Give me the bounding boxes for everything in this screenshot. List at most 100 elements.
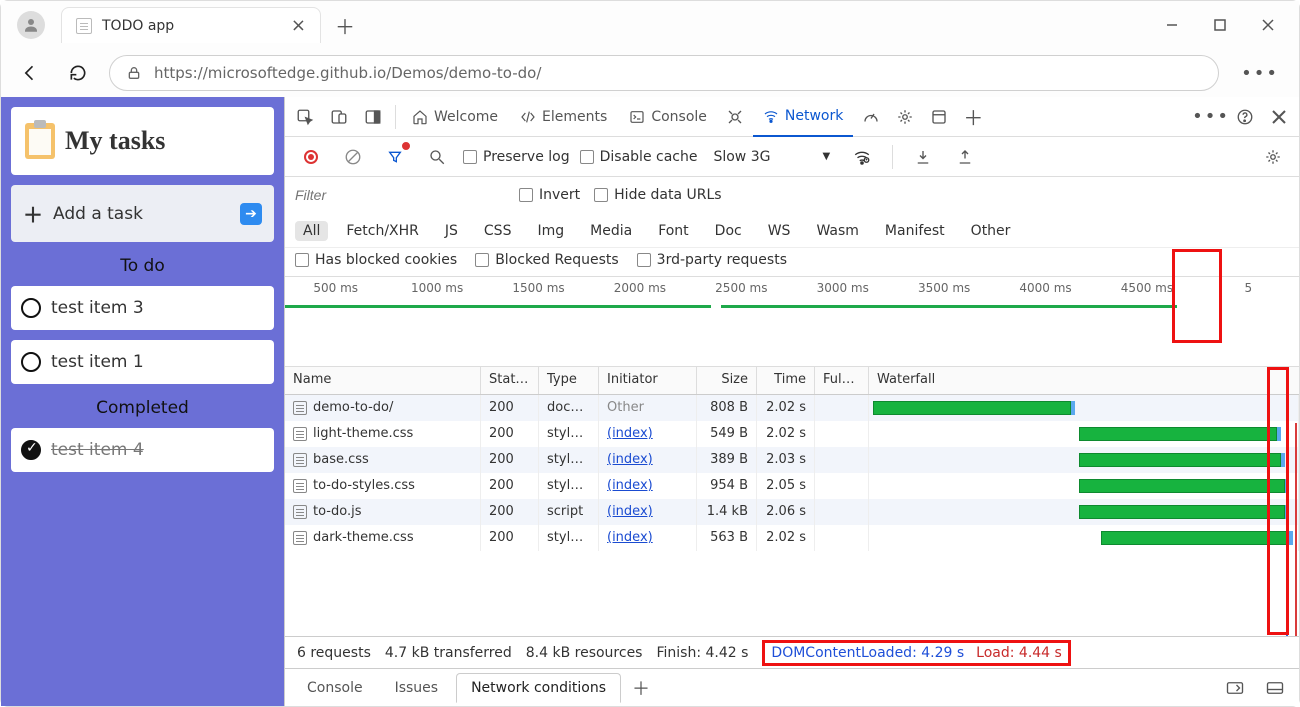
minimize-button[interactable]: [1149, 9, 1195, 41]
close-devtools-button[interactable]: [1263, 101, 1295, 133]
search-button[interactable]: [421, 141, 453, 173]
disable-cache-checkbox[interactable]: Disable cache: [580, 149, 698, 165]
browser-menu-button[interactable]: •••: [1233, 63, 1287, 84]
devtools-menu-button[interactable]: •••: [1195, 101, 1227, 133]
type-pill-media[interactable]: Media: [582, 221, 640, 241]
checkbox-unchecked-icon[interactable]: [21, 298, 41, 318]
record-button[interactable]: [295, 141, 327, 173]
tab-console[interactable]: Console: [619, 97, 717, 137]
blocked-cookies-checkbox[interactable]: Has blocked cookies: [295, 252, 457, 268]
third-party-checkbox[interactable]: 3rd-party requests: [637, 252, 787, 268]
checkbox-checked-icon[interactable]: [21, 440, 41, 460]
task-item[interactable]: test item 1: [11, 340, 274, 384]
maximize-button[interactable]: [1197, 9, 1243, 41]
type-pill-all[interactable]: All: [295, 221, 328, 241]
tab-sources-icon[interactable]: [719, 101, 751, 133]
network-overview[interactable]: 500 ms1000 ms1500 ms2000 ms2500 ms3000 m…: [285, 277, 1299, 367]
task-item[interactable]: test item 3: [11, 286, 274, 330]
hide-data-urls-checkbox[interactable]: Hide data URLs: [594, 187, 721, 203]
tab-elements[interactable]: Elements: [510, 97, 617, 137]
url-text: https://microsoftedge.github.io/Demos/de…: [154, 64, 541, 82]
device-toggle-button[interactable]: [323, 101, 355, 133]
overview-tick: 4000 ms: [995, 281, 1096, 295]
browser-tab[interactable]: TODO app ×: [61, 7, 321, 43]
col-type[interactable]: Type: [539, 367, 599, 394]
type-pill-css[interactable]: CSS: [476, 221, 520, 241]
col-status[interactable]: Status: [481, 367, 539, 394]
close-window-button[interactable]: [1245, 9, 1291, 41]
overview-tick: 500 ms: [285, 281, 386, 295]
profile-avatar[interactable]: [17, 11, 45, 39]
col-initiator[interactable]: Initiator: [599, 367, 697, 394]
request-row[interactable]: demo-to-do/200docu…Other808 B2.02 s: [285, 395, 1299, 421]
drawer-tab-issues[interactable]: Issues: [381, 674, 453, 702]
type-pill-wasm[interactable]: Wasm: [808, 221, 866, 241]
request-row[interactable]: to-do-styles.css200styles…(index)954 B2.…: [285, 473, 1299, 499]
new-tab-button[interactable]: ＋: [329, 9, 361, 41]
network-table-header[interactable]: Name Status Type Initiator Size Time Ful…: [285, 367, 1299, 395]
invert-checkbox[interactable]: Invert: [519, 187, 580, 203]
back-button[interactable]: [13, 56, 47, 90]
network-filter-bar-2: Has blocked cookies Blocked Requests 3rd…: [285, 248, 1299, 277]
clipboard-icon: [25, 123, 55, 159]
drawer-expand-icon[interactable]: [1219, 672, 1251, 704]
blocked-requests-checkbox[interactable]: Blocked Requests: [475, 252, 618, 268]
type-pill-js[interactable]: JS: [437, 221, 466, 241]
tab-title: TODO app: [102, 18, 174, 34]
tab-performance-icon[interactable]: [855, 101, 887, 133]
page-favicon-icon: [76, 18, 92, 34]
throttling-select[interactable]: Slow 3G ▼: [707, 149, 836, 165]
col-fulfilled[interactable]: Fulfill…: [815, 367, 869, 394]
tab-memory-icon[interactable]: [889, 101, 921, 133]
drawer-add-tab-button[interactable]: ＋: [625, 672, 657, 704]
status-load: Load: 4.44 s: [976, 645, 1062, 661]
preserve-log-checkbox[interactable]: Preserve log: [463, 149, 570, 165]
checkbox-unchecked-icon[interactable]: [21, 352, 41, 372]
type-pill-doc[interactable]: Doc: [707, 221, 750, 241]
close-tab-button[interactable]: ×: [291, 15, 306, 36]
type-pill-other[interactable]: Other: [963, 221, 1019, 241]
export-har-button[interactable]: [949, 141, 981, 173]
filter-input[interactable]: [295, 183, 505, 207]
file-icon: [293, 505, 307, 519]
clear-button[interactable]: [337, 141, 369, 173]
request-row[interactable]: base.css200styles…(index)389 B2.03 s: [285, 447, 1299, 473]
network-settings-button[interactable]: [1257, 141, 1289, 173]
drawer-tab-console[interactable]: Console: [293, 674, 377, 702]
dock-side-button[interactable]: [357, 101, 389, 133]
type-pill-manifest[interactable]: Manifest: [877, 221, 953, 241]
inspect-element-button[interactable]: [289, 101, 321, 133]
col-name[interactable]: Name: [285, 367, 481, 394]
task-label: test item 3: [51, 298, 144, 318]
tab-network[interactable]: Network: [753, 97, 853, 137]
type-pill-ws[interactable]: WS: [760, 221, 799, 241]
refresh-button[interactable]: [61, 56, 95, 90]
file-icon: [293, 453, 307, 467]
address-bar[interactable]: https://microsoftedge.github.io/Demos/de…: [109, 55, 1219, 91]
drawer-tab-network-conditions[interactable]: Network conditions: [456, 673, 621, 703]
col-time[interactable]: Time: [757, 367, 815, 394]
type-pill-fetchxhr[interactable]: Fetch/XHR: [338, 221, 427, 241]
col-size[interactable]: Size: [697, 367, 757, 394]
request-row[interactable]: light-theme.css200styles…(index)549 B2.0…: [285, 421, 1299, 447]
drawer-collapse-icon[interactable]: [1259, 672, 1291, 704]
network-conditions-icon[interactable]: [846, 141, 878, 173]
tab-welcome[interactable]: Welcome: [402, 97, 508, 137]
import-har-button[interactable]: [907, 141, 939, 173]
help-button[interactable]: [1229, 101, 1261, 133]
filter-toggle-button[interactable]: [379, 141, 411, 173]
more-tabs-button[interactable]: ＋: [957, 101, 989, 133]
type-pill-font[interactable]: Font: [650, 221, 696, 241]
status-transferred: 4.7 kB transferred: [385, 645, 512, 661]
type-filter-pills: All Fetch/XHR JS CSS Img Media Font Doc WS Wasm Ma…: [295, 221, 1018, 241]
add-task-input[interactable]: ＋ Add a task ➔: [11, 185, 274, 242]
submit-task-button[interactable]: ➔: [240, 203, 262, 225]
lock-icon: [126, 65, 142, 81]
request-row[interactable]: to-do.js200script(index)1.4 kB2.06 s: [285, 499, 1299, 525]
type-pill-img[interactable]: Img: [529, 221, 572, 241]
request-row[interactable]: dark-theme.css200styles…(index)563 B2.02…: [285, 525, 1299, 551]
col-waterfall[interactable]: Waterfall: [869, 367, 1299, 394]
tab-application-icon[interactable]: [923, 101, 955, 133]
task-item-done[interactable]: test item 4: [11, 428, 274, 472]
overview-tick: 1000 ms: [386, 281, 487, 295]
